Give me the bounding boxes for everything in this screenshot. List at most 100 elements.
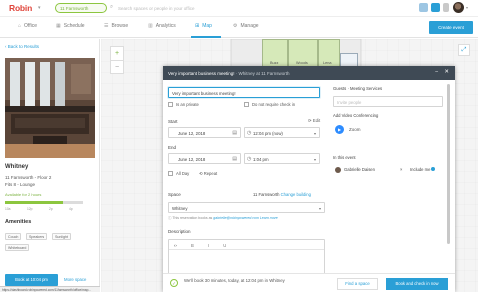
remove-guest-icon[interactable]: ×	[400, 167, 402, 172]
modal-header: Very important business meeting! · Whitn…	[163, 66, 455, 80]
zoom-label[interactable]: Zoom	[349, 127, 361, 132]
include-me-label: Include me	[410, 167, 431, 172]
map-zoom-control: + −	[110, 46, 124, 74]
clock-icon: ◷	[247, 156, 252, 162]
code-button[interactable]: ‹›	[174, 243, 177, 248]
modal-subtitle: · Whitney at 11 Farnsworth	[235, 70, 290, 76]
guests-title: Guests	[333, 86, 347, 91]
location-selector[interactable]: 11 Farnsworth	[55, 3, 107, 13]
edit-link[interactable]: ⟳ Edit	[308, 118, 320, 124]
notice-email-link[interactable]: gabrielle@robinpowered.com	[213, 216, 259, 220]
chevron-down-icon: ▾	[313, 157, 316, 162]
checkbox-label: All Day	[176, 171, 190, 176]
footer-message: We'll book 30 minutes, today, at 12:04 p…	[184, 278, 285, 283]
underline-button[interactable]: U	[223, 243, 226, 248]
start-date-value: June 12, 2018	[178, 130, 206, 136]
user-avatar[interactable]	[453, 2, 464, 13]
zoom-in-button[interactable]: +	[111, 47, 123, 60]
tick-label: 10a	[5, 207, 11, 211]
amenities-title: Amenities	[5, 219, 32, 225]
learn-more-link[interactable]: Learn more	[260, 216, 278, 220]
location-label: 11 Farnsworth	[60, 6, 89, 11]
nav-office[interactable]: ⌂ Office	[18, 23, 37, 29]
room-detail-panel: ‹ Back to Results Whitney 11 Farnsworth …	[0, 39, 100, 292]
find-space-button[interactable]: Find a space	[337, 278, 378, 290]
tick-label: 2p	[49, 207, 53, 211]
room-address: 11 Farnsworth - Floor 2 Fits 8 - Lounge	[5, 175, 51, 188]
more-space-link[interactable]: More space	[64, 277, 86, 282]
availability-bar	[5, 201, 83, 204]
end-date-value: June 12, 2018	[178, 156, 206, 162]
event-title-input[interactable]: Very important business meeting!	[168, 87, 320, 98]
reservation-notice: ⓘ This reservation books as gabrielle@ro…	[168, 216, 278, 221]
grid-icon[interactable]	[443, 3, 449, 12]
map-room-label: Buzz	[270, 61, 279, 65]
book-room-button[interactable]: Book at 10:04 pm	[5, 274, 58, 286]
in-event-label: In this event	[333, 155, 356, 160]
end-time-field[interactable]: ◷ 1:04 pm ▾	[244, 153, 320, 164]
modal-footer: ✓ We'll book 30 minutes, today, at 12:04…	[163, 273, 455, 292]
close-icon[interactable]: ✕	[444, 69, 449, 75]
start-label: Start	[168, 119, 178, 124]
bold-button[interactable]: B	[191, 243, 194, 248]
space-label: Space	[168, 192, 181, 197]
notifications-icon[interactable]	[431, 3, 440, 12]
tick-label: 12p	[27, 207, 33, 211]
nav-analytics[interactable]: ▥ Analytics	[148, 23, 176, 29]
room-name: Whitney	[5, 164, 29, 170]
guests-sublabel: Meeting Services	[350, 86, 383, 91]
italic-button[interactable]: I	[208, 243, 209, 248]
include-me-toggle[interactable]: Include me	[410, 167, 436, 172]
map-room-label: Woods	[296, 61, 308, 65]
all-day-checkbox[interactable]: All Day	[168, 171, 189, 176]
start-date-field[interactable]: June 12, 2018 ▤	[168, 127, 241, 138]
search-icon: ⌕	[110, 4, 114, 10]
amenity-tag: Whiteboard	[5, 244, 30, 251]
nav-map[interactable]: ⊞ Map	[195, 23, 212, 29]
amenity-tag: Sunlight	[52, 233, 71, 240]
guests-input[interactable]: Invite people	[333, 96, 443, 107]
end-date-field[interactable]: June 12, 2018 ▤	[168, 153, 241, 164]
edit-label: Edit	[312, 118, 321, 123]
start-time-field[interactable]: ◷ 12:04 pm (now) ▾	[244, 127, 320, 138]
no-checkin-checkbox[interactable]: Do not require check in	[244, 102, 295, 107]
search-input[interactable]: ⌕ Search spaces or people in your office	[108, 3, 238, 13]
map-room-selected[interactable]	[340, 53, 358, 67]
minimize-icon[interactable]: –	[435, 69, 438, 75]
end-label: End	[168, 145, 177, 150]
video-camera-icon[interactable]: ▶	[335, 125, 344, 134]
nav-label: Office	[24, 23, 37, 29]
book-and-check-in-button[interactable]: Book and check in now	[386, 278, 448, 290]
modal-scrollbar[interactable]	[447, 84, 450, 244]
zoom-out-button[interactable]: −	[111, 60, 123, 73]
create-event-button[interactable]: Create event	[429, 21, 473, 34]
event-modal: Very important business meeting! · Whitn…	[163, 66, 455, 292]
space-location: 11 Farnsworth Change building	[253, 192, 311, 197]
guest-avatar	[335, 167, 341, 173]
home-icon: ⌂	[18, 23, 22, 29]
chevron-down-icon[interactable]: ▾	[466, 5, 468, 10]
chevron-down-icon[interactable]: ▾	[38, 5, 41, 11]
video-conf-label: Add Video Conferencing	[333, 113, 379, 118]
change-building-link[interactable]: Change building	[281, 192, 311, 197]
room-capacity-line: Fits 8 - Lounge	[5, 181, 36, 187]
back-to-results-link[interactable]: ‹ Back to Results	[5, 44, 39, 49]
nav-label: Browse	[111, 23, 129, 29]
help-icon[interactable]	[419, 3, 428, 12]
check-icon: ✓	[170, 279, 178, 287]
chevron-down-icon: ▾	[318, 206, 321, 211]
space-select[interactable]: Whitney ▾	[168, 202, 325, 213]
private-checkbox[interactable]: Is an private	[168, 102, 199, 107]
active-tab-indicator	[191, 36, 221, 38]
map-icon: ⊞	[195, 23, 200, 29]
robin-logo[interactable]: Robin	[9, 3, 32, 13]
nav-manage[interactable]: ⚙ Manage	[233, 23, 259, 29]
calendar-icon: ▤	[232, 156, 237, 162]
map-room-label: Lena	[323, 61, 332, 65]
availability-busy-segment	[63, 201, 83, 204]
repeat-toggle[interactable]: ⟲ Repeat	[199, 171, 217, 176]
nav-schedule[interactable]: ▦ Schedule	[56, 23, 85, 29]
nav-browse[interactable]: ☰ Browse	[104, 23, 128, 29]
calendar-icon: ▤	[232, 130, 237, 136]
expand-map-icon[interactable]: ⤢	[458, 44, 470, 56]
